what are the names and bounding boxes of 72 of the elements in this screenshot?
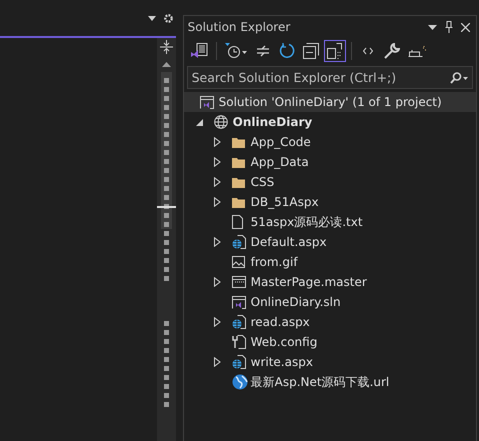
folder-icon: [232, 156, 245, 168]
globe-icon: [214, 115, 228, 129]
tree-item[interactable]: App_Code: [184, 132, 476, 152]
web-page-icon: [232, 355, 246, 369]
arrows-icon: [256, 45, 270, 57]
refresh-icon: [278, 43, 295, 59]
tree-item[interactable]: 51aspx源码必读.txt: [184, 212, 476, 232]
folder-icon: [232, 136, 245, 148]
file-name: DB_51Aspx: [250, 195, 319, 209]
collapse-icon: [302, 43, 319, 59]
file-name: Default.aspx: [250, 235, 327, 249]
search-icon[interactable]: [450, 72, 468, 84]
file-name: read.aspx: [250, 315, 310, 329]
code-icon: [362, 47, 373, 55]
web-page-icon: [232, 315, 246, 329]
web-page-icon: [232, 235, 246, 249]
expand-arrow-icon[interactable]: [214, 277, 221, 287]
expand-arrow-icon[interactable]: [214, 137, 221, 147]
file-name: OnlineDiary: [232, 115, 312, 129]
text-file-icon: [232, 215, 243, 229]
scrollbar[interactable]: [156, 38, 176, 441]
folder-icon: [232, 196, 245, 208]
file-name: OnlineDiary.sln: [250, 295, 341, 309]
expand-arrow-icon[interactable]: [214, 237, 221, 247]
files-button[interactable]: [324, 40, 346, 62]
tree-item[interactable]: 最新Asp.Net源码下载.url: [184, 372, 476, 392]
preview-icon: [408, 45, 428, 57]
tree-item[interactable]: Web.config: [184, 332, 476, 352]
collapse-arrow-icon[interactable]: [196, 118, 203, 126]
file-name: from.gif: [250, 255, 298, 269]
tree-item[interactable]: from.gif: [184, 252, 476, 272]
close-icon[interactable]: [461, 22, 470, 32]
expand-arrow-icon[interactable]: [214, 317, 221, 327]
globe-icon: [232, 374, 248, 390]
file-name: write.aspx: [250, 355, 313, 369]
config-file-icon: [232, 335, 246, 349]
wrench-icon: [384, 43, 400, 59]
dropdown-caret-icon[interactable]: [148, 16, 156, 20]
tree-item[interactable]: OnlineDiary: [184, 112, 476, 132]
tree-item[interactable]: App_Data: [184, 152, 476, 172]
panel-title: Solution Explorer: [188, 20, 292, 34]
files-icon: [326, 43, 343, 59]
expand-arrow-icon[interactable]: [214, 197, 221, 207]
file-name: Web.config: [250, 335, 318, 349]
dropdown-caret-icon[interactable]: [428, 24, 437, 30]
pin-icon[interactable]: [445, 21, 453, 33]
file-name: 最新Asp.Net源码下载.url: [250, 374, 390, 390]
file-name: Solution 'OnlineDiary' (1 of 1 project): [218, 95, 442, 109]
tree-item[interactable]: DB_51Aspx: [184, 192, 476, 212]
tree-item[interactable]: OnlineDiary.sln: [184, 292, 476, 312]
file-name: App_Code: [250, 135, 311, 149]
tree-item[interactable]: write.aspx: [184, 352, 476, 372]
file-name: CSS: [250, 175, 274, 189]
tree-item[interactable]: Solution 'OnlineDiary' (1 of 1 project): [184, 92, 476, 112]
file-name: App_Data: [250, 155, 309, 169]
expand-arrow-icon[interactable]: [214, 157, 221, 167]
solution-icon: [200, 96, 214, 108]
clock-icon: [224, 43, 247, 59]
tree-item[interactable]: Default.aspx: [184, 232, 476, 252]
folder-icon: [232, 176, 245, 188]
search-field[interactable]: Search Solution Explorer (Ctrl+;): [186, 66, 473, 89]
tree-item[interactable]: MasterPage.master: [184, 272, 476, 292]
file-name: MasterPage.master: [250, 275, 367, 289]
tree-item[interactable]: read.aspx: [184, 312, 476, 332]
image-file-icon: [232, 256, 245, 268]
expand-arrow-icon[interactable]: [214, 357, 221, 367]
master-page-icon: [232, 276, 246, 288]
solution-file-icon: [232, 296, 246, 308]
settings-icon[interactable]: [162, 12, 174, 24]
tree-item[interactable]: CSS: [184, 172, 476, 192]
file-name: 51aspx源码必读.txt: [250, 214, 363, 230]
expand-arrow-icon[interactable]: [214, 177, 221, 187]
